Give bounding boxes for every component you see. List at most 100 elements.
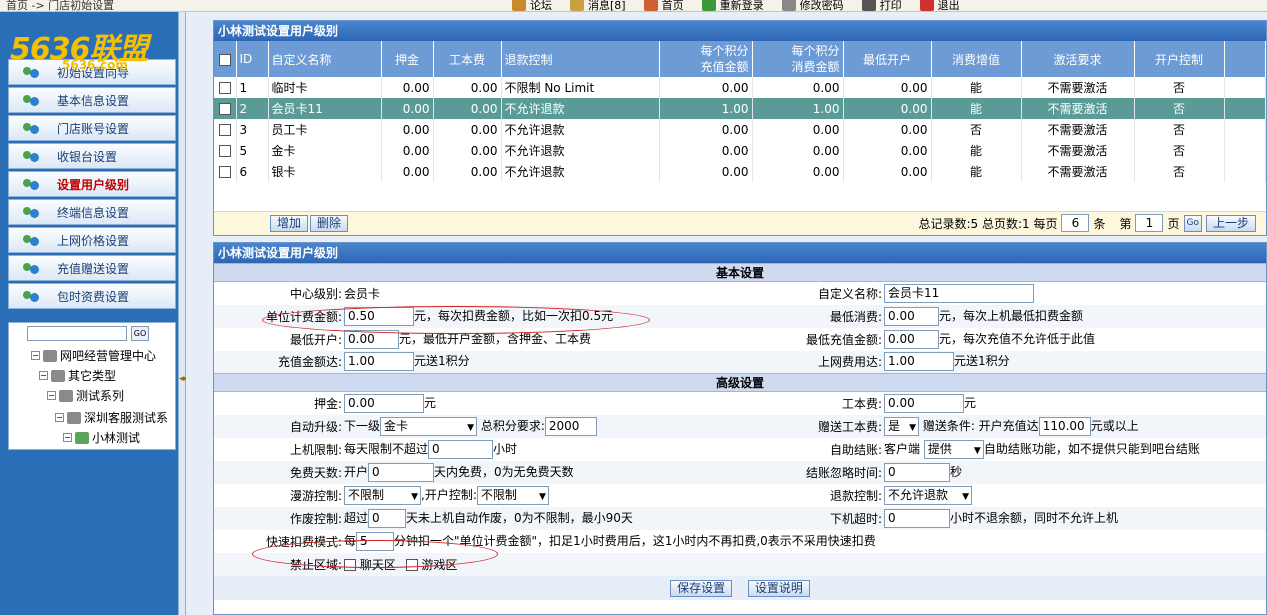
offline-input[interactable]: 0 [884, 508, 950, 528]
collapse-icon[interactable]: − [55, 413, 64, 422]
custom-name-input[interactable]: 会员卡11 [884, 283, 1034, 303]
table-row[interactable]: 1 临时卡 0.00 0.00 不限制 No Limit 0.00 0.00 0.00 能不需要… [214, 77, 1266, 98]
tree-node-xiaolin[interactable]: − 小林测试 [63, 429, 140, 446]
top-menu-item[interactable]: 首页 [643, 0, 684, 11]
forbid-game-checkbox[interactable] [405, 559, 418, 571]
message-icon[interactable] [570, 0, 584, 11]
sidebar-splitter[interactable]: ◂▸ [178, 12, 188, 615]
save-settings-button[interactable]: 保存设置 [670, 579, 733, 597]
cost-input[interactable]: 0.00 [884, 393, 964, 413]
go-button[interactable]: Go [1183, 214, 1202, 232]
home-icon[interactable] [643, 0, 658, 11]
col-deposit[interactable]: 押金 [381, 41, 434, 77]
top-menu-item[interactable]: 论坛 [512, 0, 552, 11]
next-level-select[interactable]: 金卡 [380, 416, 478, 437]
col-open-ctrl[interactable]: 开户控制 [1134, 41, 1225, 77]
unit-fee-input[interactable]: 0.50 [344, 306, 414, 326]
table-row[interactable]: 6 银卡 0.00 0.00 不允许退款 0.00 0.00 0.00 能不需要激活否 [214, 161, 1266, 182]
collapse-icon[interactable]: − [39, 371, 48, 380]
col-name[interactable]: 自定义名称 [268, 41, 382, 77]
auto-checkout-select[interactable]: 提供 [923, 439, 984, 460]
row-checkbox[interactable] [218, 103, 231, 115]
free-days-input[interactable]: 0 [368, 462, 435, 482]
prev-step-button[interactable]: 上一步 [1205, 214, 1256, 232]
sidebar-item[interactable]: 终端信息设置 [8, 199, 176, 225]
collapse-icon[interactable]: − [63, 433, 72, 442]
sidebar-item[interactable]: 包时资费设置 [8, 283, 176, 309]
row-checkbox-cell[interactable] [214, 77, 237, 98]
gift-cost-select[interactable]: 是 [884, 416, 919, 437]
col-consume[interactable]: 每个积分 消费金额 [752, 41, 844, 77]
top-menu-item[interactable]: 退出 [919, 0, 960, 11]
table-row[interactable]: 5 金卡 0.00 0.00 不允许退款 0.00 0.00 0.00 能不需要激活否 [214, 140, 1266, 161]
col-min-open[interactable]: 最低开户 [843, 41, 932, 77]
sidebar-item[interactable]: 门店账号设置 [8, 115, 176, 141]
net-fee-input[interactable]: 1.00 [884, 352, 954, 372]
key-icon[interactable] [781, 0, 796, 11]
page-input[interactable]: 1 [1135, 214, 1164, 232]
forbid-chat-checkbox[interactable] [344, 559, 356, 571]
top-menu-item[interactable]: 消息[8] [570, 0, 626, 11]
collapse-icon[interactable]: − [31, 351, 40, 360]
delete-button[interactable]: 删除 [310, 215, 349, 232]
tree-node-center[interactable]: − 网吧经营管理中心 [31, 347, 156, 364]
sidebar-item[interactable]: 基本信息设置 [8, 87, 176, 113]
refund-select[interactable]: 不允许退款 [884, 485, 972, 506]
checkbox-icon[interactable] [218, 53, 231, 66]
row-checkbox[interactable] [218, 145, 231, 157]
col-activate[interactable]: 激活要求 [1021, 41, 1135, 77]
row-checkbox[interactable] [218, 166, 231, 178]
exit-icon[interactable] [919, 0, 934, 11]
col-recharge[interactable]: 每个积分 充值金额 [659, 41, 753, 77]
top-menu-label[interactable]: 打印 [880, 0, 902, 11]
tree-node-other[interactable]: − 其它类型 [39, 367, 116, 384]
top-menu-label[interactable]: 修改密码 [800, 0, 844, 11]
tree-node-shenzhen[interactable]: − 深圳客服测试系 [55, 409, 168, 426]
top-menu-label[interactable]: 论坛 [530, 0, 552, 11]
ignore-time-input[interactable]: 0 [884, 462, 950, 482]
tree-go-button[interactable]: GO [131, 326, 149, 341]
row-checkbox[interactable] [218, 124, 231, 136]
top-menu-item[interactable]: 打印 [861, 0, 902, 11]
col-id[interactable]: ID [236, 41, 269, 77]
gift-amount-input[interactable]: 110.00 [1038, 416, 1091, 436]
min-consume-input[interactable]: 0.00 [884, 306, 939, 326]
row-checkbox[interactable] [218, 82, 231, 94]
top-menu-label[interactable]: 重新登录 [720, 0, 764, 11]
min-recharge-input[interactable]: 0.00 [884, 329, 939, 349]
row-checkbox-cell[interactable] [214, 119, 237, 140]
sidebar-item[interactable]: 充值赠送设置 [8, 255, 176, 281]
total-points-input[interactable]: 2000 [544, 416, 597, 436]
min-open-input[interactable]: 0.00 [344, 329, 399, 349]
tree-search-input[interactable] [27, 326, 127, 341]
printer-icon[interactable] [861, 0, 876, 11]
forum-icon[interactable] [512, 0, 526, 11]
deposit-input[interactable]: 0.00 [344, 393, 424, 413]
collapse-icon[interactable]: − [47, 391, 56, 400]
top-menu-label[interactable]: 消息[8] [588, 0, 626, 11]
col-refund[interactable]: 退款控制 [501, 41, 660, 77]
table-row[interactable]: 2 会员卡11 0.00 0.00 不允许退款 1.00 1.00 0.00 能不需要激活否 [214, 98, 1266, 119]
top-menu-item[interactable]: 修改密码 [781, 0, 844, 11]
sidebar-item[interactable]: 设置用户级别 [8, 171, 176, 197]
row-checkbox-cell[interactable] [214, 98, 237, 119]
recharge-reach-input[interactable]: 1.00 [344, 352, 414, 372]
quick-mode-input[interactable]: 5 [356, 531, 395, 551]
top-menu-label[interactable]: 退出 [938, 0, 960, 11]
table-row[interactable]: 3 员工卡 0.00 0.00 不允许退款 0.00 0.00 0.00 否不需要激活否 [214, 119, 1266, 140]
tree-node-test-series[interactable]: − 测试系列 [47, 387, 124, 404]
online-limit-input[interactable]: 0 [428, 439, 494, 459]
select-all-checkbox[interactable] [214, 41, 237, 77]
void-input[interactable]: 0 [368, 508, 407, 528]
top-menu-label[interactable]: 首页 [662, 0, 684, 11]
sidebar-item[interactable]: 收银台设置 [8, 143, 176, 169]
add-button[interactable]: 增加 [270, 215, 309, 232]
top-menu-item[interactable]: 重新登录 [701, 0, 764, 11]
per-page-input[interactable]: 6 [1061, 214, 1090, 232]
sidebar-item[interactable]: 上网价格设置 [8, 227, 176, 253]
relogin-icon[interactable] [701, 0, 716, 11]
col-cost[interactable]: 工本费 [433, 41, 502, 77]
row-checkbox-cell[interactable] [214, 161, 237, 182]
roam-select[interactable]: 不限制 [344, 485, 421, 506]
col-value-add[interactable]: 消费增值 [931, 41, 1022, 77]
